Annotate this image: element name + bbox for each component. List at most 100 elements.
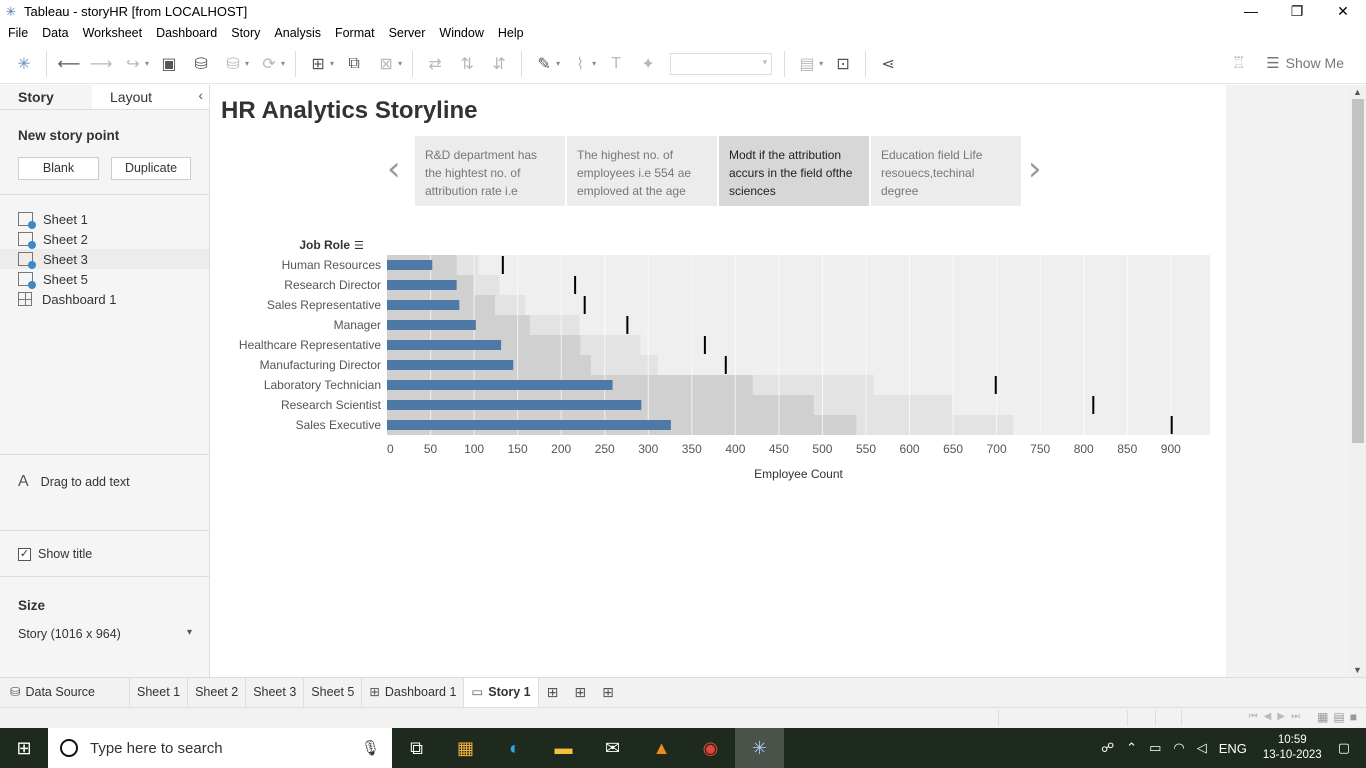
bar[interactable] (387, 340, 502, 350)
story-point-4[interactable]: Education field Life resouecs,techinal d… (871, 136, 1021, 206)
save-icon[interactable]: ▣ (157, 52, 181, 76)
show-me-button[interactable]: ☰ Show Me (1266, 54, 1344, 72)
menu-format[interactable]: Format (335, 26, 375, 40)
new-story-tab-icon[interactable]: ⊞ (602, 684, 614, 701)
bar[interactable] (387, 360, 514, 370)
new-worksheet-tab-icon[interactable]: ⊞ (547, 684, 559, 701)
show-hidden-icons[interactable]: ⌃ (1126, 740, 1137, 756)
bar[interactable] (387, 320, 476, 330)
scroll-up-icon[interactable]: ▲ (1353, 87, 1362, 97)
sort-ascending-icon[interactable]: ⇅ (455, 52, 479, 76)
share-icon[interactable]: ⋖ (876, 52, 900, 76)
bar[interactable] (387, 420, 671, 430)
redo-icon[interactable]: ⟶ (89, 52, 113, 76)
microsoft-store-icon[interactable]: ▦ (441, 728, 490, 768)
clear-sheet-icon[interactable]: ⊠ (374, 52, 398, 76)
highlight-caret-icon[interactable]: ▾ (556, 59, 560, 68)
taskbar-search[interactable]: Type here to search 🎙 (48, 728, 392, 768)
menu-worksheet[interactable]: Worksheet (83, 26, 143, 40)
microphone-icon[interactable]: 🎙 (361, 739, 380, 757)
tab-sheet-3[interactable]: Sheet 3 (246, 678, 305, 707)
notifications-icon[interactable]: ▢ (1338, 740, 1350, 756)
tab-sheet-5[interactable]: Sheet 5 (304, 678, 363, 707)
tab-dashboard-1[interactable]: ⊞ Dashboard 1 (362, 678, 465, 707)
replay-icon[interactable]: ↪ (121, 52, 145, 76)
bar[interactable] (387, 280, 457, 290)
sheet-item-sheet-5[interactable]: Sheet 5 (0, 269, 209, 289)
story-point-3[interactable]: Modt if the attribution accurs in the fi… (719, 136, 869, 206)
chrome-icon[interactable]: ◉ (686, 728, 735, 768)
bar[interactable] (387, 380, 613, 390)
vlc-icon[interactable]: ▲ (637, 728, 686, 768)
tab-layout[interactable]: Layout (92, 85, 184, 109)
swap-icon[interactable]: ⇄ (423, 52, 447, 76)
menu-dashboard[interactable]: Dashboard (156, 26, 217, 40)
refresh-icon[interactable]: ⟳ (257, 52, 281, 76)
tab-story-1[interactable]: ▭ Story 1 (464, 678, 539, 707)
menu-file[interactable]: File (8, 26, 28, 40)
scroll-down-icon[interactable]: ▼ (1353, 665, 1362, 675)
tableau-taskbar-icon[interactable]: ✳ (735, 728, 784, 768)
labels-icon[interactable]: T (604, 52, 628, 76)
cards-caret-icon[interactable]: ▾ (819, 59, 823, 68)
bar[interactable] (387, 300, 460, 310)
new-worksheet-caret-icon[interactable]: ▾ (330, 59, 334, 68)
taskbar-clock[interactable]: 10:59 13-10-2023 (1263, 733, 1322, 763)
previous-story-point-icon[interactable]: ‹ (387, 149, 401, 189)
menu-data[interactable]: Data (42, 26, 68, 40)
pause-caret-icon[interactable]: ▾ (245, 59, 249, 68)
presentation-mode-icon[interactable]: ⊡ (831, 52, 855, 76)
minimize-button[interactable]: — (1228, 0, 1274, 23)
new-worksheet-icon[interactable]: ⊞ (306, 52, 330, 76)
sheet-view-icons[interactable]: ▦▤■ (1317, 710, 1362, 724)
task-view-icon[interactable]: ⧉ (392, 728, 441, 768)
replay-caret-icon[interactable]: ▾ (145, 59, 149, 68)
people-icon[interactable]: ☍ (1101, 740, 1114, 756)
group-icon[interactable]: ⌇ (568, 52, 592, 76)
language-indicator[interactable]: ENG (1219, 741, 1247, 756)
volume-icon[interactable]: ◁ (1197, 740, 1207, 756)
highlight-icon[interactable]: ✎ (532, 52, 556, 76)
menu-story[interactable]: Story (231, 26, 260, 40)
windows-start-icon[interactable]: ⊞ (0, 728, 48, 768)
bar[interactable] (387, 260, 433, 270)
cards-icon[interactable]: ▤ (795, 52, 819, 76)
job-role-bar-chart[interactable]: Human Resources Research Director Sales Re… (211, 225, 1226, 485)
wifi-icon[interactable]: ◠ (1173, 740, 1184, 756)
close-button[interactable]: ✕ (1320, 0, 1366, 23)
tab-sheet-1[interactable]: Sheet 1 (130, 678, 189, 707)
sheet-item-sheet-2[interactable]: Sheet 2 (0, 229, 209, 249)
scrollbar-thumb[interactable] (1352, 99, 1364, 443)
file-explorer-icon[interactable]: ▬ (539, 728, 588, 768)
pin-icon[interactable]: ✦ (636, 52, 660, 76)
tab-story[interactable]: Story (0, 85, 92, 109)
new-data-source-icon[interactable]: ⛁ (189, 52, 213, 76)
bar[interactable] (387, 400, 642, 410)
next-story-point-icon[interactable]: › (1028, 149, 1042, 189)
battery-icon[interactable]: ▭ (1149, 740, 1161, 756)
mail-icon[interactable]: ✉ (588, 728, 637, 768)
story-point-1[interactable]: R&D department has the hightest no. of a… (415, 136, 565, 206)
menu-server[interactable]: Server (389, 26, 426, 40)
tableau-logo-icon[interactable]: ✳ (12, 52, 36, 76)
edge-browser-icon[interactable]: ◐ (490, 728, 539, 768)
size-dropdown[interactable]: Story (1016 x 964) (18, 627, 194, 641)
pause-updates-icon[interactable]: ⛁ (221, 52, 245, 76)
sheet-navigation-icons[interactable]: ⏮◀▶⏭ (1249, 711, 1306, 722)
sheet-item-sheet-1[interactable]: Sheet 1 (0, 209, 209, 229)
new-dashboard-tab-icon[interactable]: ⊞ (574, 684, 586, 701)
clear-caret-icon[interactable]: ▾ (398, 59, 402, 68)
drag-text-object[interactable]: A Drag to add text (18, 473, 130, 491)
menu-analysis[interactable]: Analysis (274, 26, 321, 40)
group-caret-icon[interactable]: ▾ (592, 59, 596, 68)
restore-button[interactable]: ❐ (1274, 0, 1320, 23)
duplicate-sheet-icon[interactable]: ⧉ (342, 52, 366, 76)
duplicate-button[interactable]: Duplicate (111, 157, 191, 180)
refresh-caret-icon[interactable]: ▾ (281, 59, 285, 68)
sort-descending-icon[interactable]: ⇵ (487, 52, 511, 76)
sheet-item-sheet-3[interactable]: Sheet 3 (0, 249, 209, 269)
collapse-panel-icon[interactable]: ‹ (198, 87, 203, 103)
format-painter-icon[interactable]: ♖ (1232, 53, 1246, 73)
undo-icon[interactable]: ⟵ (57, 52, 81, 76)
menu-window[interactable]: Window (439, 26, 483, 40)
